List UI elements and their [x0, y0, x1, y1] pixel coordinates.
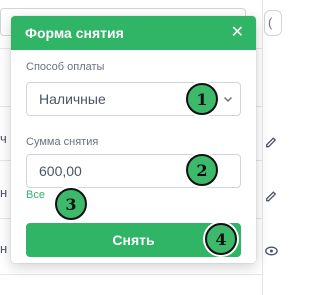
close-icon[interactable]: ✕ — [231, 25, 244, 41]
payment-method-label: Способ оплаты — [26, 61, 105, 73]
annotation-badge-1: 1 — [186, 83, 218, 115]
amount-label: Сумма снятия — [26, 136, 99, 148]
popup-title: Форма снятия — [25, 25, 124, 41]
background-divider — [0, 274, 262, 275]
annotation-badge-3: 3 — [55, 188, 87, 220]
background-row-text: ч — [0, 131, 7, 146]
pencil-icon[interactable] — [262, 186, 279, 204]
chevron-down-icon — [223, 96, 233, 103]
annotation-badge-2: 2 — [186, 154, 218, 186]
pencil-icon[interactable] — [262, 132, 279, 150]
background-chip[interactable]: ( — [264, 10, 282, 36]
background-row-text: н — [0, 241, 8, 256]
all-amount-link[interactable]: Все — [26, 189, 45, 201]
background-row-text: н — [0, 185, 8, 200]
popup-header: Форма снятия ✕ — [11, 16, 256, 50]
amount-value: 600,00 — [39, 163, 82, 179]
payment-method-value: Наличные — [39, 91, 106, 107]
annotation-badge-4: 4 — [205, 223, 237, 255]
eye-icon[interactable] — [262, 242, 279, 260]
